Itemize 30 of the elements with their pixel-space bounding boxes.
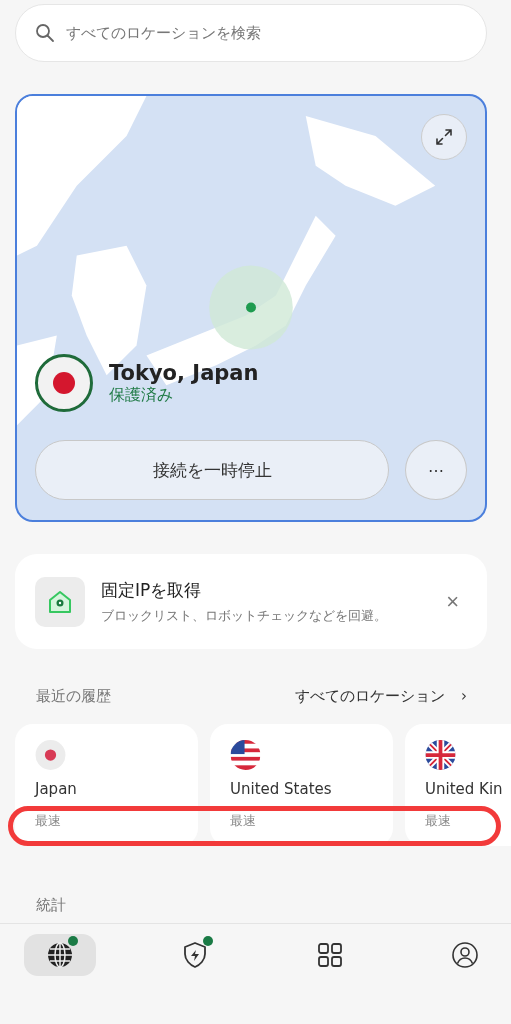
pause-button[interactable]: 接続を一時停止 — [35, 440, 389, 500]
location-name: Tokyo, Japan — [109, 360, 259, 385]
flag-icon — [425, 740, 456, 770]
expand-icon — [435, 128, 453, 146]
section-title: 統計 — [36, 896, 66, 915]
close-button[interactable]: × — [438, 588, 467, 615]
globe-tab[interactable] — [24, 934, 96, 976]
flag-icon — [230, 740, 261, 770]
flag-icon — [35, 740, 66, 770]
connection-status: 保護済み — [109, 384, 174, 406]
grid-icon — [317, 942, 343, 968]
country-name: United Kin — [425, 780, 503, 798]
flag-icon — [35, 354, 93, 412]
section-title: 最近の履歴 — [36, 687, 111, 706]
all-locations-link[interactable]: すべてのロケーション › — [295, 687, 467, 706]
more-button[interactable]: ⋯ — [405, 440, 467, 500]
speed-tag: 最速 — [35, 812, 61, 830]
profile-icon — [451, 941, 479, 969]
search-field[interactable]: すべてのロケーションを検索 — [15, 4, 487, 62]
globe-icon — [46, 941, 74, 969]
speed-tag: 最速 — [425, 812, 451, 830]
promo-description: ブロックリスト、ロボットチェックなどを回避。 — [101, 607, 388, 625]
location-card[interactable]: United Kin 最速 — [405, 724, 511, 846]
speed-tag: 最速 — [230, 812, 256, 830]
promo-title: 固定IPを取得 — [101, 578, 203, 602]
home-pin-icon — [35, 576, 85, 627]
shield-icon — [181, 941, 209, 969]
country-name: United States — [230, 780, 332, 798]
country-name: Japan — [35, 780, 77, 798]
expand-button[interactable] — [421, 114, 467, 160]
